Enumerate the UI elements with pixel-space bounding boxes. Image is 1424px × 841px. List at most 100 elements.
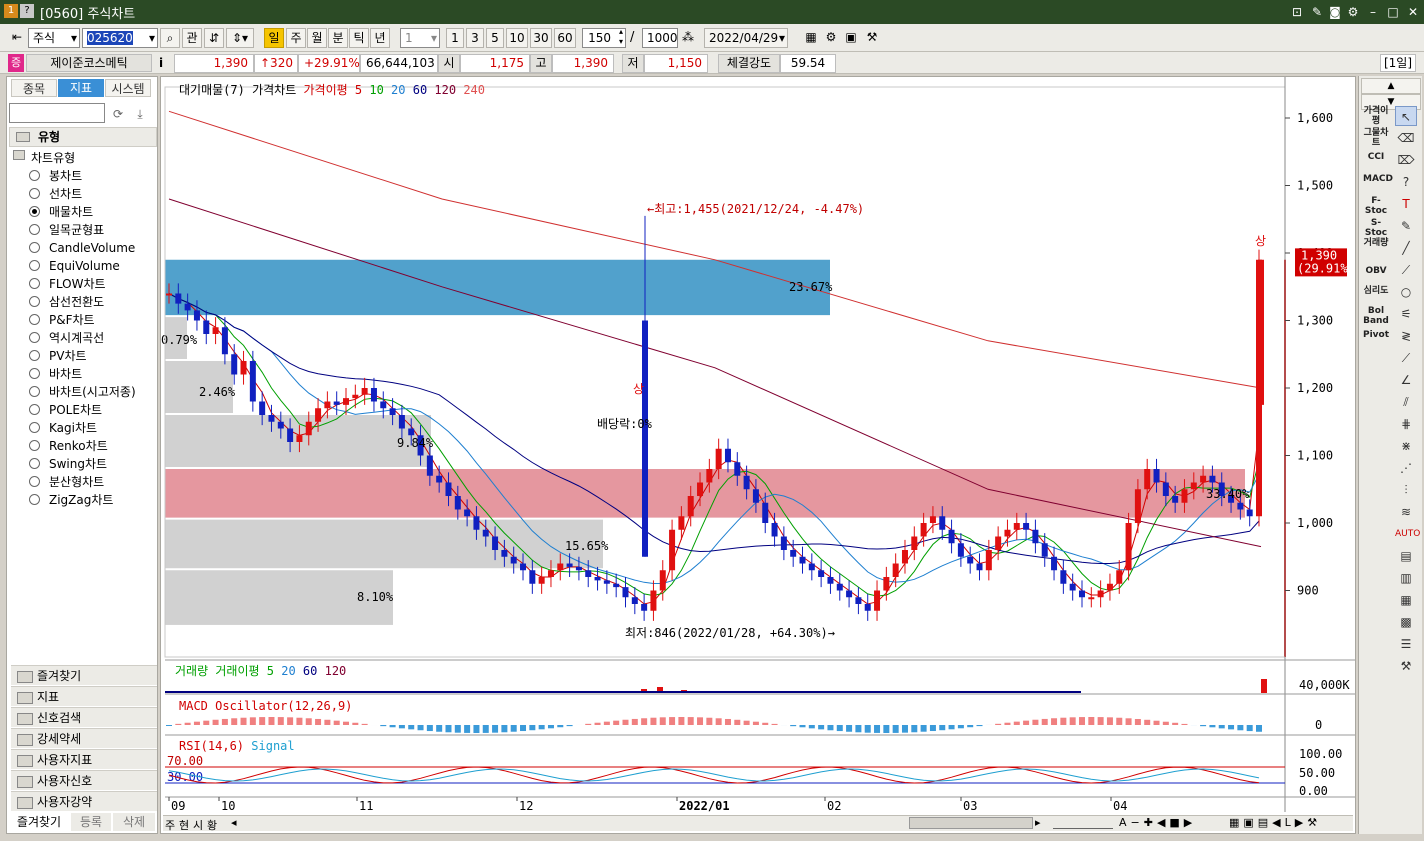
scroll-thumb[interactable] <box>909 817 1033 829</box>
chart-type-radio[interactable] <box>29 458 40 469</box>
chart-type-label[interactable]: 바차트(시고저종) <box>49 385 136 399</box>
chart-type-radio[interactable] <box>29 260 40 271</box>
chart-type-radio[interactable] <box>29 494 40 505</box>
chart-type-label[interactable]: POLE차트 <box>49 403 102 417</box>
inquiry-button[interactable]: 관 <box>182 28 202 48</box>
chart-type-label[interactable]: 바차트 <box>49 367 82 381</box>
zoom-slider[interactable] <box>1053 817 1113 829</box>
scroll-right-icon[interactable]: ▸ <box>1035 816 1041 829</box>
register-button[interactable]: 등록 <box>71 813 111 831</box>
settings-wrench-icon[interactable]: ⚒ <box>1395 656 1417 676</box>
indicator-shortcut[interactable]: S-Stoc <box>1363 218 1389 238</box>
cursor-tool-icon[interactable]: ↖ <box>1395 106 1417 126</box>
legend-item[interactable]: 60 <box>303 664 317 678</box>
grid-tool-icon[interactable]: ⋕ <box>1395 414 1417 434</box>
chart-type-label[interactable]: 분산형차트 <box>49 475 104 489</box>
legend-item[interactable]: 거래이평 5 <box>215 664 274 678</box>
angle-tool-icon[interactable]: ∠ <box>1395 370 1417 390</box>
indicator-shortcut[interactable]: Pivot <box>1363 330 1389 340</box>
chart-type-radio[interactable] <box>29 224 40 235</box>
window-icon[interactable]: ▤ <box>1395 546 1417 566</box>
line-tool-icon[interactable]: ╱ <box>1395 238 1417 258</box>
fan-tool-icon[interactable]: ⋰ <box>1395 458 1417 478</box>
chart-type-label[interactable]: FLOW차트 <box>49 277 106 291</box>
close-icon[interactable]: ✕ <box>1404 3 1422 21</box>
chart-type-radio[interactable] <box>29 188 40 199</box>
indicator-shortcut[interactable]: Bol Band <box>1363 306 1389 326</box>
chart-type-label[interactable]: Swing차트 <box>49 457 107 471</box>
chart-icon[interactable]: ▦ <box>802 28 820 48</box>
text-tool-icon[interactable]: T <box>1395 194 1417 214</box>
auto-tool-icon[interactable]: AUTO <box>1395 524 1420 544</box>
minute-5-button[interactable]: 5 <box>486 28 504 48</box>
scroll-label[interactable]: 황 <box>207 817 217 833</box>
minimize-icon[interactable]: – <box>1364 3 1382 21</box>
chart-area[interactable]: 1,6001,5001,4001,3001,2001,1001,00090023… <box>160 76 1356 834</box>
period-year-button[interactable]: 년 <box>370 28 390 48</box>
list-icon[interactable]: ☰ <box>1395 634 1417 654</box>
camera-icon[interactable]: ◙ <box>1326 3 1344 21</box>
indicator-shortcut[interactable]: F-Stoc <box>1363 196 1389 216</box>
legend-item[interactable]: 120 <box>325 664 347 678</box>
chart-type-label[interactable]: 봉차트 <box>49 169 82 183</box>
scroll-left-icon[interactable]: ◂ <box>231 816 237 829</box>
minute-10-button[interactable]: 10 <box>506 28 528 48</box>
legend-item[interactable]: 10 <box>369 83 383 97</box>
chart-type-label[interactable]: 선차트 <box>49 187 82 201</box>
view-controls-icon[interactable]: ▦▣▤◀L▶⚒ <box>1229 816 1321 829</box>
chart-canvas[interactable]: 1,6001,5001,4001,3001,2001,1001,00090023… <box>161 77 1355 833</box>
indicator-shortcut[interactable]: 거래량 <box>1363 238 1389 248</box>
speed-tool-icon[interactable]: ≋ <box>1395 502 1417 522</box>
download-icon[interactable]: ⤓ <box>131 105 149 123</box>
market-select[interactable]: 주식 ▾ <box>28 28 80 48</box>
tab-system[interactable]: 시스템 <box>105 79 151 97</box>
chart-type-radio[interactable] <box>29 404 40 415</box>
document-icon[interactable]: ▥ <box>1395 568 1417 588</box>
scroll-label[interactable]: 시 <box>193 817 203 833</box>
scroll-label[interactable]: 현 <box>179 817 189 833</box>
chart-type-label[interactable]: CandleVolume <box>49 241 135 255</box>
indicator-shortcut[interactable]: 그물차트 <box>1363 128 1389 148</box>
chart-type-label[interactable]: PV차트 <box>49 349 87 363</box>
legend-item[interactable]: 대기매물(7) <box>179 83 245 97</box>
indicator-shortcut[interactable]: OBV <box>1363 266 1389 276</box>
favorites-button[interactable]: 즐겨찾기 <box>9 813 69 831</box>
scroll-bar[interactable]: 주 현 시 황 ◂ ▸ A−✚◀■▶ ▦▣▤◀L▶⚒ <box>163 815 1353 833</box>
stock-code-input[interactable]: 025620 ▾ <box>82 28 158 48</box>
folder-strength[interactable]: 강세약세 <box>11 728 157 748</box>
period-tick-button[interactable]: 틱 <box>349 28 369 48</box>
help-badge[interactable]: ? <box>20 4 34 18</box>
cycle-tool-icon[interactable]: ⫶ <box>1395 480 1417 500</box>
zigzag-tool-icon[interactable]: ≷ <box>1395 326 1417 346</box>
chart-type-label[interactable]: 매물차트 <box>49 205 93 219</box>
gann-tool-icon[interactable]: ⋇ <box>1395 436 1417 456</box>
chart-type-label[interactable]: P&F차트 <box>49 313 95 327</box>
minute-30-button[interactable]: 30 <box>530 28 552 48</box>
chart-type-label[interactable]: Renko차트 <box>49 439 108 453</box>
legend-item[interactable]: 240 <box>463 83 485 97</box>
folder-favorites[interactable]: 즐겨찾기 <box>11 665 157 685</box>
chart-type-label[interactable]: ZigZag차트 <box>49 493 113 507</box>
chart-type-radio[interactable] <box>29 422 40 433</box>
chart-type-radio[interactable] <box>29 296 40 307</box>
count-input[interactable]: 150 ▴ ▾ <box>582 27 626 48</box>
chart-type-radio[interactable] <box>29 170 40 181</box>
folder-user-signals[interactable]: 사용자신호 <box>11 770 157 790</box>
legend-item[interactable]: 120 <box>434 83 456 97</box>
folder-user-indicators[interactable]: 사용자지표 <box>11 749 157 769</box>
tab-stocks[interactable]: 종목 <box>11 79 57 97</box>
max-count-input[interactable]: 1000 <box>642 28 678 48</box>
chart-type-group[interactable]: 차트유형 <box>13 149 75 166</box>
interval-select[interactable]: 1 ▾ <box>400 28 440 48</box>
zoom-controls-icon[interactable]: A−✚◀■▶ <box>1119 816 1196 829</box>
legend-item[interactable]: RSI(14,6) <box>179 739 244 753</box>
pen-tool-icon[interactable]: ✎ <box>1395 216 1417 236</box>
legend-item[interactable]: 가격차트 <box>252 83 296 97</box>
chart-type-label[interactable]: 일목균형표 <box>49 223 104 237</box>
edit-icon[interactable]: ✎ <box>1308 3 1326 21</box>
section-type[interactable]: 유형 <box>9 127 157 147</box>
save-icon[interactable]: ▣ <box>842 28 860 48</box>
info-icon[interactable]: i <box>154 54 168 72</box>
delete-button[interactable]: 삭제 <box>113 813 155 831</box>
settings-grid-icon[interactable]: ⁂ <box>680 28 696 48</box>
